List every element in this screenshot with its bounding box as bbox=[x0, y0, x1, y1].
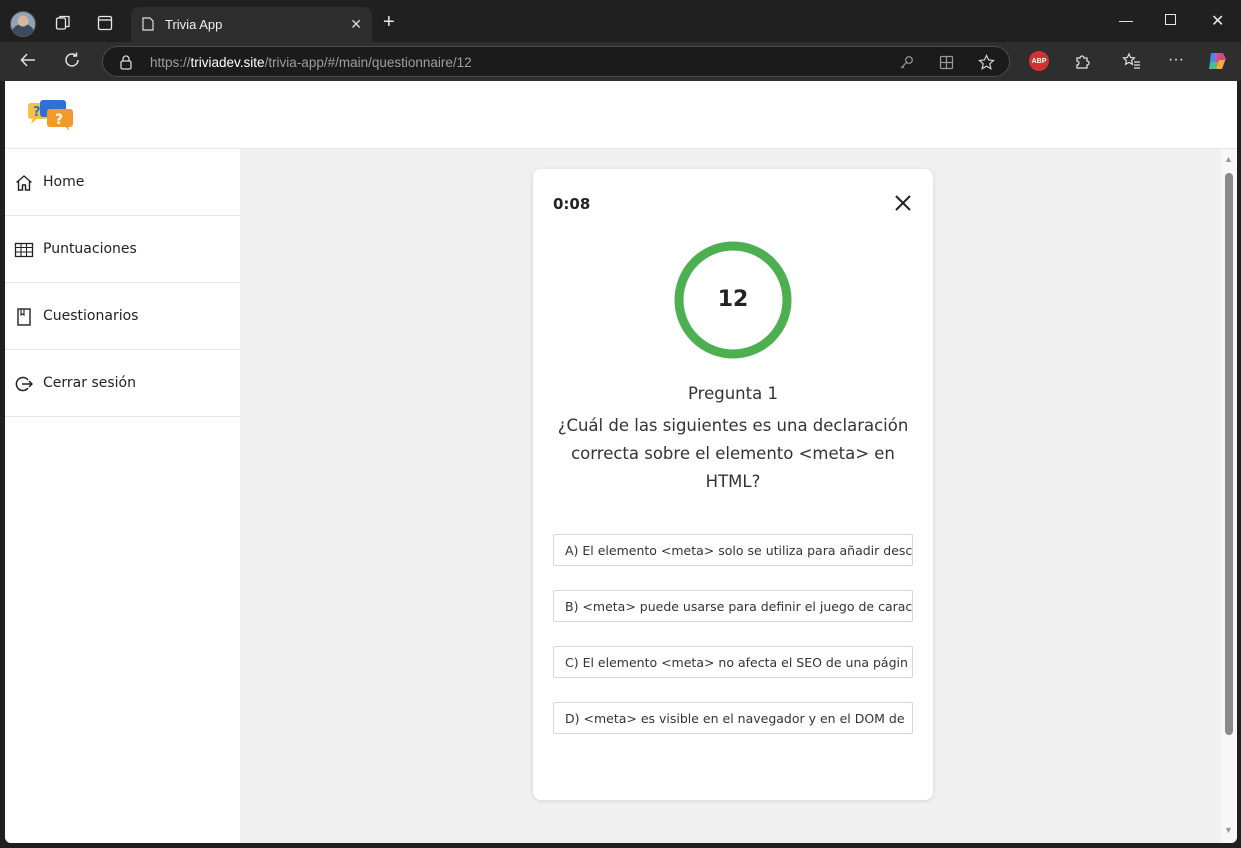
url-text: https://triviadev.site/trivia-app/#/main… bbox=[150, 55, 472, 70]
sidebar-item-puntuaciones[interactable]: Puntuaciones bbox=[5, 216, 240, 283]
tab-close-icon[interactable]: ✕ bbox=[350, 16, 362, 33]
table-icon bbox=[14, 240, 34, 260]
answer-option-d[interactable]: D) <meta> es visible en el navegador y e… bbox=[553, 702, 913, 734]
app-header: ? ? bbox=[5, 81, 1237, 149]
app-logo-icon[interactable]: ? ? bbox=[27, 99, 75, 131]
sidebar: Home Puntuaciones Cuestionarios Cerrar s… bbox=[5, 149, 240, 843]
back-icon[interactable] bbox=[19, 51, 37, 74]
lock-icon[interactable] bbox=[119, 54, 133, 70]
tab-actions-icon[interactable] bbox=[96, 14, 114, 32]
app-available-icon[interactable] bbox=[938, 54, 954, 70]
adblock-extension-icon[interactable]: ABP bbox=[1029, 51, 1049, 71]
quiz-card: 0:08 12 Pregunta 1 ¿Cuál de las siguient… bbox=[533, 169, 933, 800]
answer-option-a[interactable]: A) El elemento <meta> solo se utiliza pa… bbox=[553, 534, 913, 566]
answer-option-b[interactable]: B) <meta> puede usarse para definir el j… bbox=[553, 590, 913, 622]
new-tab-icon[interactable]: + bbox=[383, 11, 395, 34]
address-bar[interactable]: https://triviadev.site/trivia-app/#/main… bbox=[102, 46, 1010, 77]
sidebar-item-label: Puntuaciones bbox=[43, 241, 137, 257]
home-icon bbox=[14, 173, 34, 193]
question-text: ¿Cuál de las siguientes es una declaraci… bbox=[557, 416, 909, 491]
close-quiz-icon[interactable] bbox=[893, 193, 913, 213]
minimize-icon[interactable]: — bbox=[1119, 12, 1133, 28]
browser-tab[interactable]: Trivia App ✕ bbox=[131, 7, 372, 42]
page-scrollbar[interactable]: ▲ ▼ bbox=[1221, 149, 1237, 843]
answer-option-c[interactable]: C) El elemento <meta> no afecta el SEO d… bbox=[553, 646, 913, 678]
browser-titlebar: Trivia App ✕ + — ✕ bbox=[0, 0, 1241, 42]
workspaces-icon[interactable] bbox=[54, 13, 72, 31]
page: ? ? Home Puntuaciones Cuestionarios Cerr… bbox=[5, 81, 1237, 843]
favorites-icon[interactable] bbox=[1121, 51, 1141, 71]
extensions-icon[interactable] bbox=[1073, 51, 1093, 71]
scroll-up-icon[interactable]: ▲ bbox=[1224, 154, 1233, 164]
window-close-icon[interactable]: ✕ bbox=[1211, 11, 1224, 31]
svg-text:?: ? bbox=[33, 105, 41, 120]
refresh-icon[interactable] bbox=[63, 51, 81, 74]
bookmark-icon bbox=[14, 307, 34, 327]
sidebar-item-label: Home bbox=[43, 174, 85, 190]
favorite-star-icon[interactable] bbox=[977, 53, 995, 71]
question-number: Pregunta 1 bbox=[688, 384, 778, 403]
maximize-icon[interactable] bbox=[1165, 12, 1176, 28]
main-content: 0:08 12 Pregunta 1 ¿Cuál de las siguient… bbox=[244, 149, 1221, 843]
countdown-number: 12 bbox=[717, 287, 749, 312]
more-options-icon[interactable]: ··· bbox=[1166, 50, 1186, 70]
key-icon[interactable] bbox=[898, 54, 914, 70]
sidebar-item-label: Cuestionarios bbox=[43, 308, 139, 324]
page-icon bbox=[141, 17, 155, 31]
sidebar-item-cuestionarios[interactable]: Cuestionarios bbox=[5, 283, 240, 350]
browser-toolbar: https://triviadev.site/trivia-app/#/main… bbox=[0, 42, 1241, 81]
tab-title: Trivia App bbox=[165, 17, 223, 32]
quiz-timer: 0:08 bbox=[553, 195, 591, 213]
sidebar-item-label: Cerrar sesión bbox=[43, 375, 136, 391]
sidebar-item-cerrar-sesion[interactable]: Cerrar sesión bbox=[5, 350, 240, 417]
profile-avatar[interactable] bbox=[10, 11, 36, 37]
logout-icon bbox=[14, 374, 34, 394]
svg-text:?: ? bbox=[55, 112, 63, 128]
sidebar-item-home[interactable]: Home bbox=[5, 149, 240, 216]
scroll-thumb[interactable] bbox=[1225, 173, 1233, 735]
copilot-icon[interactable] bbox=[1206, 50, 1228, 72]
scroll-down-icon[interactable]: ▼ bbox=[1224, 825, 1233, 835]
